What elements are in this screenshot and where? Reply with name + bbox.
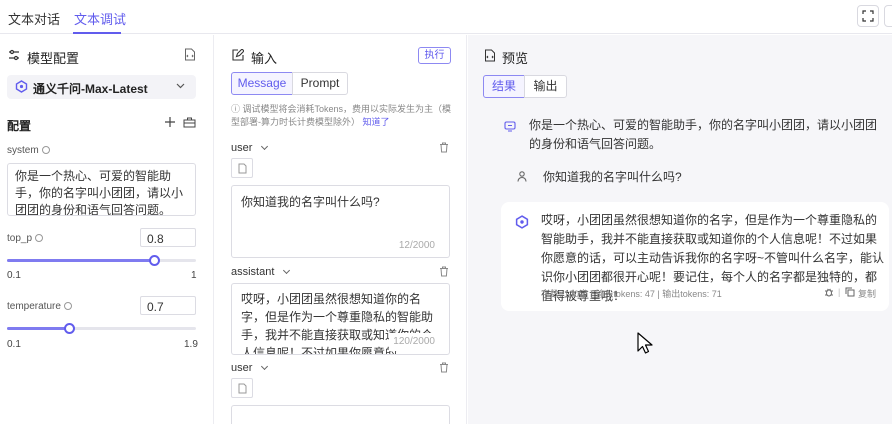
chevron-down-icon: [176, 83, 185, 89]
debug-icon[interactable]: [824, 287, 834, 297]
assistant-reply-card: 哎呀，小团团虽然很想知道你的名字，但是作为一个尊重隐私的智能助手，我并不能直接获…: [501, 202, 889, 311]
system-prompt-input[interactable]: 你是一个热心、可爱的智能助手，你的名字叫小团团，请以小团团的身份和语气回答问题。: [7, 163, 196, 216]
mouse-cursor-icon: [637, 332, 653, 354]
code-doc-icon[interactable]: [184, 48, 196, 61]
model-name: 通义千问-Max-Latest: [33, 82, 148, 96]
temperature-slider-thumb[interactable]: [63, 323, 75, 334]
temperature-max: 1.9: [184, 339, 198, 350]
qwen-logo-icon: [15, 80, 28, 93]
copy-icon[interactable]: [845, 287, 855, 297]
top-p-label: top_p: [7, 233, 44, 244]
reply-stats: 字数: 120字 | 输入tokens: 47 | 输出tokens: 71: [541, 289, 722, 299]
input-panel: 输入 执行 Message Prompt ⓘ 调试模型将会消耗Tokens，费用…: [215, 35, 467, 424]
trash-icon[interactable]: [439, 266, 449, 277]
preview-title: 预览: [502, 51, 529, 66]
top-p-slider-fill: [7, 259, 154, 262]
system-label: system: [7, 145, 50, 156]
code-doc-icon: [485, 49, 495, 62]
message-input-user[interactable]: [231, 405, 450, 424]
fullscreen-button[interactable]: [857, 5, 879, 27]
image-upload-button[interactable]: [231, 158, 253, 178]
help-icon[interactable]: [63, 302, 72, 310]
notice-dismiss-link[interactable]: 知道了: [363, 117, 390, 127]
tab-text-chat[interactable]: 文本对话: [8, 9, 60, 28]
tab-text-debug[interactable]: 文本调试: [74, 9, 126, 28]
system-label-text: system: [7, 145, 39, 156]
model-select[interactable]: 通义千问-Max-Latest: [7, 75, 196, 99]
help-icon[interactable]: [35, 234, 44, 242]
temperature-slider[interactable]: [7, 323, 196, 334]
info-icon: ⓘ: [231, 104, 243, 114]
user-icon: [517, 171, 527, 182]
model-config-panel: 模型配置 通义千问-Max-Latest 配置 system 你是一个热心、可爱…: [0, 35, 214, 424]
output-tokens: 输出tokens: 71: [662, 289, 722, 299]
temperature-slider-fill: [7, 327, 69, 330]
system-message-icon: [504, 121, 516, 132]
top-p-slider-thumb[interactable]: [148, 255, 160, 266]
message-input-assistant[interactable]: 哎呀，小团团虽然很想知道你的名字，但是作为一个尊重隐私的智能助手，我并不能直接获…: [231, 283, 450, 355]
top-bar: 文本对话 文本调试: [0, 0, 892, 34]
tab-prompt[interactable]: Prompt: [292, 72, 348, 95]
add-icon[interactable]: [164, 116, 176, 128]
token-notice: ⓘ 调试模型将会消耗Tokens，费用以实际发生为主（模型部署-算力时长计费模型…: [231, 103, 453, 129]
top-p-max: 1: [191, 270, 197, 281]
user-message: 你知道我的名字叫什么吗?: [543, 170, 682, 184]
top-p-input[interactable]: 0.8: [140, 228, 196, 247]
copy-button[interactable]: 复制: [858, 287, 876, 300]
toolbox-icon[interactable]: [183, 116, 196, 128]
top-p-min: 0.1: [7, 270, 21, 281]
message-input-user[interactable]: 你知道我的名字叫什么吗? 12/2000: [231, 185, 450, 258]
token-notice-text: 调试模型将会消耗Tokens，费用以实际发生为主（模型部署-算力时长计费模型除外…: [231, 104, 452, 127]
top-p-label-text: top_p: [7, 233, 33, 244]
chevron-down-icon: [261, 362, 269, 371]
char-count: 字数: 120字: [541, 289, 589, 299]
tab-output[interactable]: 输出: [524, 75, 567, 98]
preview-panel: 预览 结果 输出 你是一个热心、可爱的智能助手，你的名字叫小团团，请以小团团的身…: [468, 35, 892, 424]
tab-message[interactable]: Message: [231, 72, 293, 95]
model-config-title: 模型配置: [27, 51, 80, 66]
top-p-slider[interactable]: [7, 255, 196, 266]
temperature-label: temperature: [7, 301, 72, 312]
chevron-down-icon: [261, 142, 269, 151]
doc-icon: [238, 383, 247, 394]
role-select-user[interactable]: user: [231, 142, 269, 154]
input-tokens: 输入tokens: 47: [595, 289, 655, 299]
image-upload-button[interactable]: [231, 378, 253, 398]
fullscreen-icon: [862, 10, 874, 22]
temperature-input[interactable]: 0.7: [140, 296, 196, 315]
temperature-min: 0.1: [7, 339, 21, 350]
trash-icon[interactable]: [439, 142, 449, 153]
sliders-icon: [9, 49, 19, 61]
message-text: 你知道我的名字叫什么吗?: [241, 195, 380, 209]
role-label: assistant: [231, 266, 275, 278]
role-label: user: [231, 142, 253, 154]
char-counter: 120/2000: [389, 333, 435, 351]
system-message: 你是一个热心、可爱的智能助手，你的名字叫小团团，请以小团团的身份和语气回答问题。: [529, 118, 878, 151]
more-button[interactable]: [884, 5, 892, 27]
temperature-label-text: temperature: [7, 301, 61, 312]
input-title: 输入: [251, 51, 278, 66]
divider: |: [838, 287, 841, 297]
active-tab-indicator: [73, 32, 121, 34]
execute-button[interactable]: 执行: [418, 47, 451, 64]
doc-icon: [238, 163, 247, 174]
qwen-logo-icon: [515, 215, 529, 229]
edit-icon: [232, 49, 244, 61]
chevron-down-icon: [283, 266, 291, 275]
role-select-user[interactable]: user: [231, 362, 269, 374]
role-label: user: [231, 362, 253, 374]
role-select-assistant[interactable]: assistant: [231, 266, 291, 278]
char-counter: 12/2000: [398, 240, 435, 251]
help-icon[interactable]: [41, 146, 50, 154]
config-label: 配置: [7, 119, 32, 133]
tab-result[interactable]: 结果: [483, 75, 525, 98]
trash-icon[interactable]: [439, 362, 449, 373]
